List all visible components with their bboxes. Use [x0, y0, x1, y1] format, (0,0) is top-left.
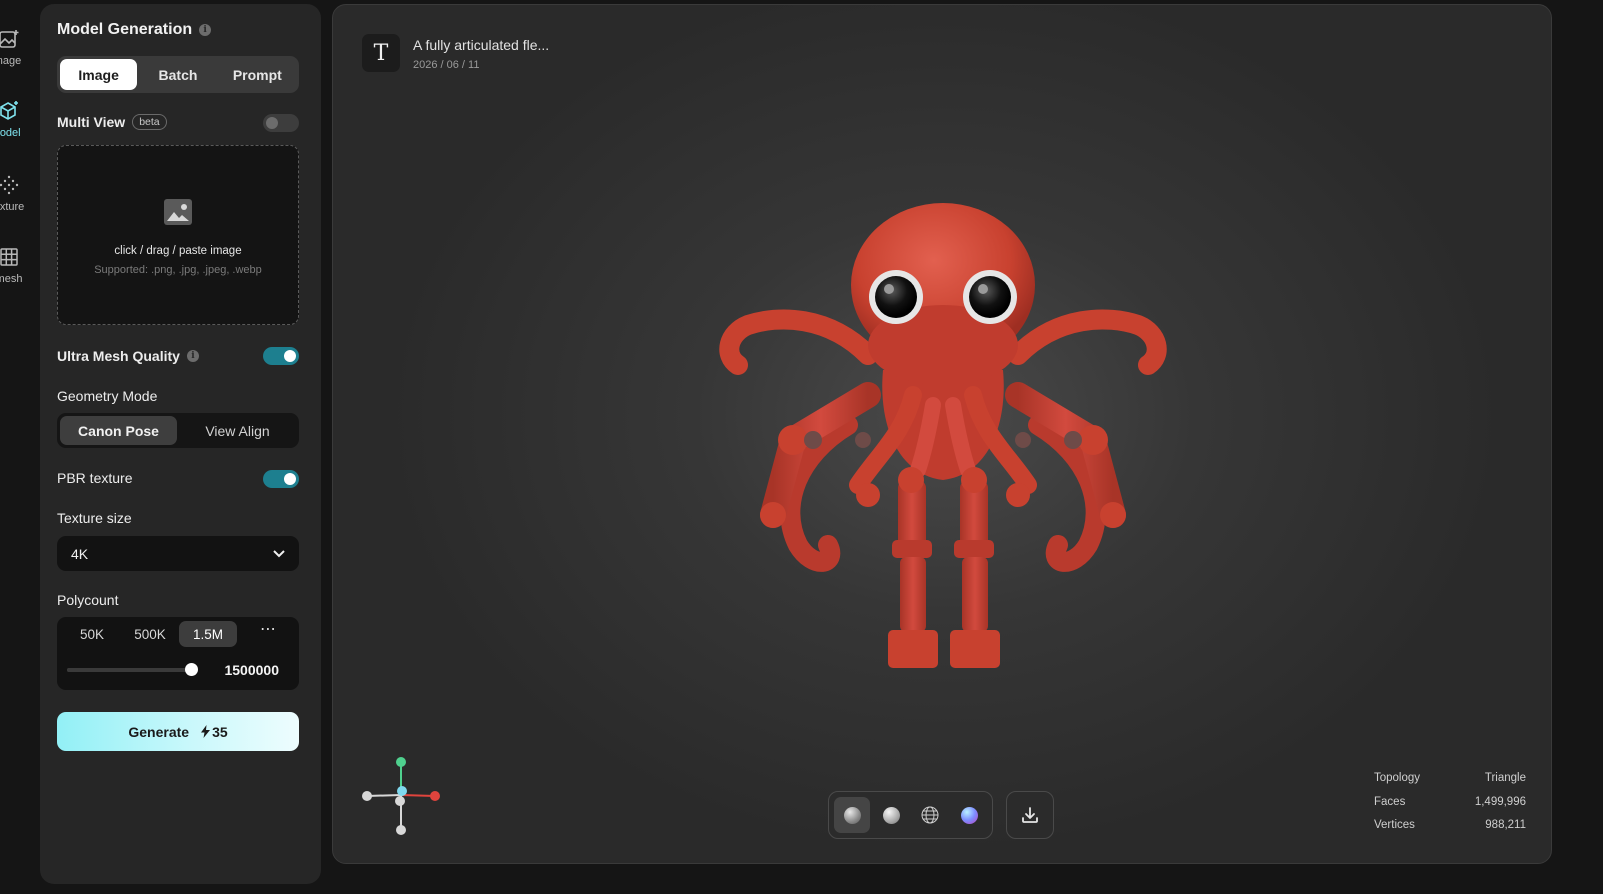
- polycount-option-50k[interactable]: 50K: [63, 621, 121, 647]
- ultra-mesh-row: Ultra Mesh Quality i: [57, 348, 199, 364]
- toggle-knob: [284, 473, 296, 485]
- beta-badge: beta: [132, 114, 167, 130]
- ultra-mesh-toggle[interactable]: [263, 347, 299, 365]
- multi-view-label: Multi View: [57, 114, 126, 130]
- canon-pose-option[interactable]: Canon Pose: [60, 416, 177, 445]
- rail-item-image[interactable]: nage: [0, 28, 38, 67]
- model-viewport[interactable]: T A fully articulated fle... 2026 / 06 /…: [332, 4, 1552, 864]
- toggle-knob: [284, 350, 296, 362]
- polycount-option-1-5m[interactable]: 1.5M: [179, 621, 237, 647]
- view-align-option[interactable]: View Align: [179, 416, 296, 445]
- rail-item-label: lodel: [0, 127, 21, 139]
- texture-size-select[interactable]: 4K: [57, 536, 299, 571]
- rail-item-label: exture: [0, 201, 25, 213]
- download-button[interactable]: [1006, 791, 1054, 839]
- texture-size-label: Texture size: [57, 510, 132, 526]
- polycount-label: Polycount: [57, 592, 119, 608]
- rail-item-texture[interactable]: exture: [0, 174, 38, 213]
- texture-size-value: 4K: [71, 545, 89, 562]
- grid-icon: [0, 248, 18, 266]
- multi-view-row: Multi View beta: [57, 114, 167, 130]
- tab-batch[interactable]: Batch: [139, 59, 216, 90]
- normal-mode-button[interactable]: [951, 797, 987, 833]
- left-rail: nage lodel exture mesh: [0, 0, 38, 894]
- lightning-icon: [201, 725, 211, 738]
- dropzone-instruction: click / drag / paste image: [114, 245, 242, 257]
- task-title[interactable]: A fully articulated fle...: [413, 37, 549, 53]
- texture-dots-icon: [0, 175, 19, 195]
- mesh-stats: Topology Triangle Faces 1,499,996 Vertic…: [1374, 772, 1526, 843]
- polycount-slider-track[interactable]: [67, 668, 191, 672]
- rail-item-mesh[interactable]: mesh: [0, 246, 38, 285]
- image-dropzone[interactable]: click / drag / paste image Supported: .p…: [57, 145, 299, 325]
- matte-mode-button[interactable]: [873, 797, 909, 833]
- polycount-slider-fill: [67, 668, 191, 672]
- input-mode-tabs: Image Batch Prompt: [57, 56, 299, 93]
- tab-prompt[interactable]: Prompt: [219, 59, 296, 90]
- normal-sphere-icon: [960, 806, 978, 824]
- task-date: 2026 / 06 / 11: [413, 59, 480, 71]
- matte-sphere-icon: [882, 806, 900, 824]
- credit-cost-value: 35: [212, 723, 228, 740]
- geometry-mode-label: Geometry Mode: [57, 388, 158, 404]
- wireframe-mode-button[interactable]: [912, 797, 948, 833]
- clay-sphere-icon: [843, 806, 861, 824]
- stat-row-faces: Faces 1,499,996: [1374, 795, 1526, 808]
- generation-panel: Model Generation i Image Batch Prompt Mu…: [40, 4, 321, 884]
- polycount-value[interactable]: 1500000: [224, 662, 279, 678]
- toggle-knob: [266, 117, 278, 129]
- download-icon: [1022, 807, 1038, 823]
- clay-mode-button[interactable]: [834, 797, 870, 833]
- pbr-texture-toggle[interactable]: [263, 470, 299, 488]
- cube-sparkle-icon: [0, 101, 18, 120]
- tab-image[interactable]: Image: [60, 59, 138, 90]
- chevron-down-icon: [273, 549, 285, 557]
- credit-cost: 35: [201, 724, 228, 740]
- more-options-icon[interactable]: ⋯: [260, 622, 277, 638]
- octopus-model-render: [719, 203, 1167, 668]
- panel-title: Model Generation i: [57, 21, 212, 39]
- generate-label: Generate: [128, 723, 190, 740]
- wireframe-sphere-icon: [921, 806, 939, 824]
- image-placeholder-icon: [164, 199, 192, 225]
- render-mode-bar: [828, 791, 993, 839]
- polycount-slider-handle[interactable]: [185, 663, 198, 676]
- polycount-control: 50K 500K 1.5M ⋯ 1500000: [57, 617, 299, 690]
- rail-item-label: nage: [0, 55, 22, 67]
- polycount-presets: 50K 500K 1.5M: [63, 621, 237, 647]
- stat-row-topology: Topology Triangle: [1374, 772, 1526, 784]
- info-icon[interactable]: i: [199, 24, 212, 36]
- pbr-texture-label: PBR texture: [57, 470, 133, 486]
- generate-button[interactable]: Generate 35: [57, 712, 299, 751]
- rail-item-model[interactable]: lodel: [0, 100, 38, 139]
- dropzone-formats: Supported: .png, .jpg, .jpeg, .webp: [94, 264, 262, 276]
- axis-gizmo[interactable]: [357, 755, 447, 845]
- geometry-mode-switch: Canon Pose View Align: [57, 413, 299, 448]
- stat-row-vertices: Vertices 988,211: [1374, 819, 1526, 831]
- ultra-mesh-label: Ultra Mesh Quality: [57, 348, 180, 364]
- polycount-option-500k[interactable]: 500K: [121, 621, 179, 647]
- info-icon[interactable]: i: [186, 350, 199, 362]
- rail-item-label: mesh: [0, 273, 23, 285]
- image-sparkle-icon: [0, 30, 19, 48]
- multi-view-toggle[interactable]: [263, 114, 299, 132]
- text-prompt-icon: T: [362, 34, 400, 72]
